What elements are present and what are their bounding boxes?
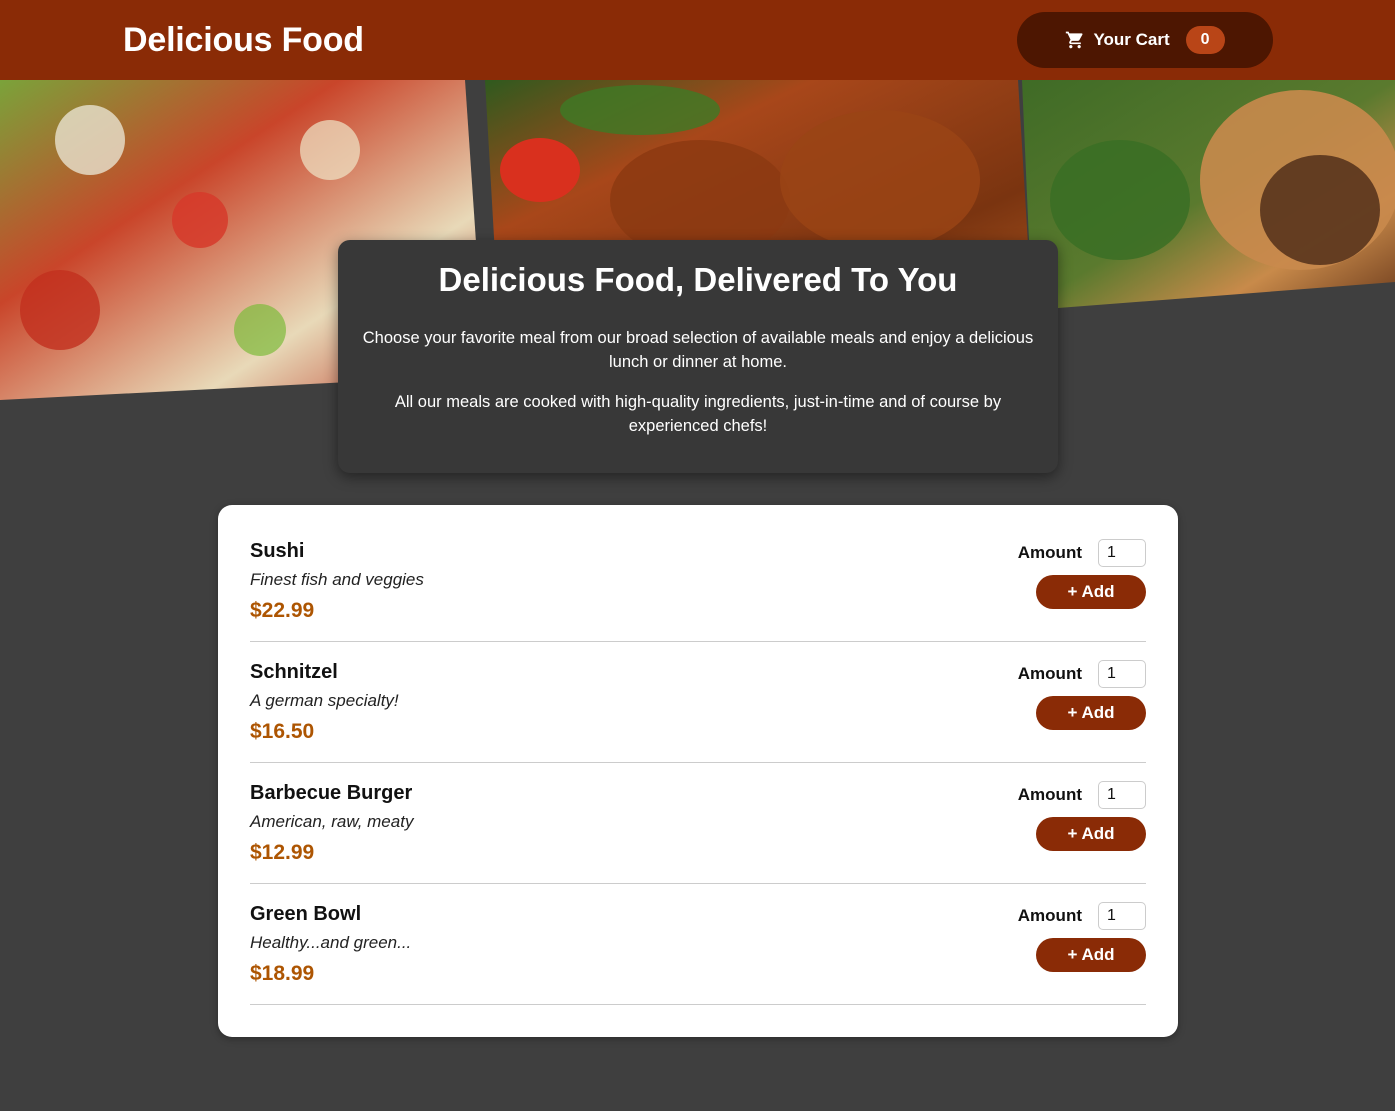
amount-row: Amount bbox=[1018, 660, 1146, 688]
meal-description: A german specialty! bbox=[250, 691, 399, 710]
add-button[interactable]: + Add bbox=[1036, 938, 1146, 972]
meal-item: Green Bowl Healthy...and green... $18.99… bbox=[250, 884, 1146, 1005]
summary-card: Delicious Food, Delivered To You Choose … bbox=[338, 240, 1058, 473]
meal-form: Amount + Add bbox=[1018, 781, 1146, 883]
meal-price: $22.99 bbox=[250, 599, 315, 622]
add-button[interactable]: + Add bbox=[1036, 575, 1146, 609]
amount-input[interactable] bbox=[1098, 781, 1146, 809]
summary-heading: Delicious Food, Delivered To You bbox=[438, 261, 958, 298]
amount-label: Amount bbox=[1017, 664, 1082, 683]
shopping-cart-icon bbox=[1065, 30, 1085, 50]
cart-count-badge: 0 bbox=[1185, 26, 1225, 54]
meal-form: Amount + Add bbox=[1018, 539, 1146, 641]
meal-item: Barbecue Burger American, raw, meaty $12… bbox=[250, 763, 1146, 884]
summary-paragraph: All our meals are cooked with high-quali… bbox=[394, 393, 1002, 435]
meals-list: Sushi Finest fish and veggies $22.99 Amo… bbox=[218, 505, 1178, 1037]
meal-name: Green Bowl bbox=[250, 903, 362, 925]
meal-info: Green Bowl Healthy...and green... $18.99 bbox=[250, 902, 411, 1004]
meal-description: Finest fish and veggies bbox=[250, 570, 424, 589]
amount-label: Amount bbox=[1017, 785, 1082, 804]
meal-info: Sushi Finest fish and veggies $22.99 bbox=[250, 539, 424, 641]
meal-name: Barbecue Burger bbox=[250, 782, 413, 804]
meal-name: Sushi bbox=[250, 540, 305, 562]
meal-price: $18.99 bbox=[250, 962, 315, 985]
meal-price: $12.99 bbox=[250, 841, 315, 864]
meal-item: Schnitzel A german specialty! $16.50 Amo… bbox=[250, 642, 1146, 763]
meal-item: Sushi Finest fish and veggies $22.99 Amo… bbox=[250, 521, 1146, 642]
add-button[interactable]: + Add bbox=[1036, 696, 1146, 730]
meal-info: Schnitzel A german specialty! $16.50 bbox=[250, 660, 399, 762]
amount-label: Amount bbox=[1017, 543, 1082, 562]
meal-form: Amount + Add bbox=[1018, 660, 1146, 762]
amount-input[interactable] bbox=[1098, 539, 1146, 567]
cart-label: Your Cart bbox=[1093, 30, 1170, 49]
amount-row: Amount bbox=[1018, 781, 1146, 809]
amount-label: Amount bbox=[1017, 906, 1082, 925]
amount-row: Amount bbox=[1018, 902, 1146, 930]
add-button[interactable]: + Add bbox=[1036, 817, 1146, 851]
meal-price: $16.50 bbox=[250, 720, 315, 743]
amount-input[interactable] bbox=[1098, 902, 1146, 930]
meal-description: American, raw, meaty bbox=[250, 812, 414, 831]
amount-input[interactable] bbox=[1098, 660, 1146, 688]
amount-row: Amount bbox=[1018, 539, 1146, 567]
meal-form: Amount + Add bbox=[1018, 902, 1146, 1004]
site-header: Delicious Food Your Cart 0 bbox=[0, 0, 1395, 80]
summary-paragraph: Choose your favorite meal from our broad… bbox=[362, 329, 1034, 371]
site-title: Delicious Food bbox=[123, 20, 364, 59]
meal-description: Healthy...and green... bbox=[250, 933, 412, 952]
meal-info: Barbecue Burger American, raw, meaty $12… bbox=[250, 781, 413, 883]
cart-button[interactable]: Your Cart 0 bbox=[1017, 12, 1273, 68]
meal-name: Schnitzel bbox=[250, 661, 338, 683]
